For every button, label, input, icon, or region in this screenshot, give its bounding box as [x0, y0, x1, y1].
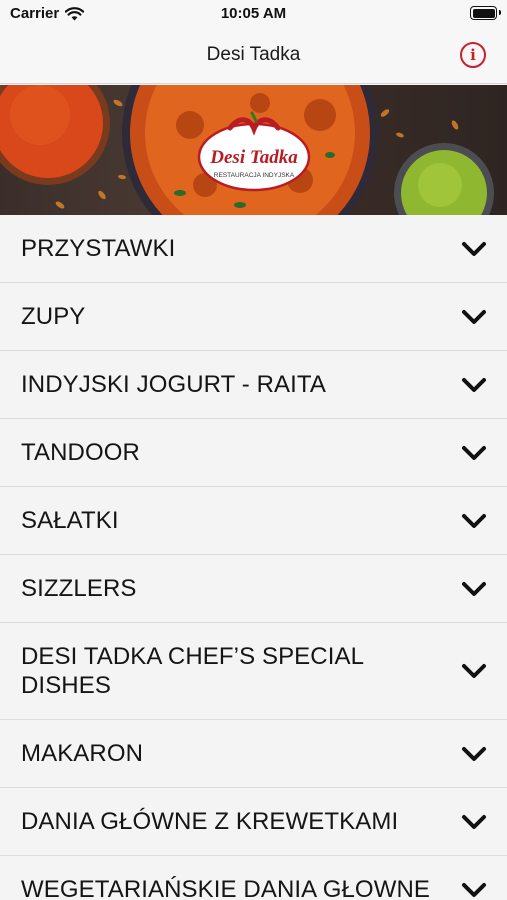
- category-label: SIZZLERS: [21, 575, 137, 602]
- category-item[interactable]: INDYJSKI JOGURT - RAITA: [0, 351, 507, 419]
- info-circle-icon[interactable]: i: [460, 42, 486, 68]
- category-label: PRZYSTAWKI: [21, 235, 176, 262]
- category-label: TANDOOR: [21, 439, 140, 466]
- chevron-down-icon: [462, 882, 486, 897]
- category-item[interactable]: DESI TADKA CHEF’S SPECIAL DISHES: [0, 623, 507, 720]
- category-label: ZUPY: [21, 303, 86, 330]
- navigation-bar: Desi Tadka i: [0, 26, 507, 84]
- category-list: PRZYSTAWKI ZUPY INDYJSKI JOGURT - RAITA …: [0, 215, 507, 900]
- logo-subtitle: RESTAURACJA INDYJSKA: [214, 172, 295, 179]
- status-bar: Carrier 10:05 AM: [0, 0, 507, 26]
- chevron-down-icon: [462, 377, 486, 392]
- category-item[interactable]: DANIA GŁÓWNE Z KREWETKAMI: [0, 788, 507, 856]
- category-item[interactable]: PRZYSTAWKI: [0, 215, 507, 283]
- category-item[interactable]: ZUPY: [0, 283, 507, 351]
- chevron-down-icon: [462, 513, 486, 528]
- chevron-down-icon: [462, 664, 486, 678]
- category-label: DESI TADKA CHEF’S SPECIAL DISHES: [21, 643, 364, 699]
- category-item[interactable]: TANDOOR: [0, 419, 507, 487]
- page-title: Desi Tadka: [206, 44, 301, 65]
- category-label: DANIA GŁÓWNE Z KREWETKAMI: [21, 808, 399, 835]
- logo-title: Desi Tadka: [209, 147, 298, 168]
- category-label: MAKARON: [21, 740, 144, 767]
- category-item[interactable]: MAKARON: [0, 720, 507, 788]
- battery-icon: [470, 6, 501, 20]
- food-photo: Desi Tadka RESTAURACJA INDYJSKA: [0, 85, 494, 215]
- chevron-down-icon: [462, 241, 486, 256]
- category-item[interactable]: SAŁATKI: [0, 487, 507, 555]
- category-label: WEGETARIAŃSKIE DANIA GŁOWNE: [21, 876, 430, 900]
- header-banner: Desi Tadka RESTAURACJA INDYJSKA: [0, 85, 507, 215]
- chevron-down-icon: [462, 814, 486, 829]
- status-time: 10:05 AM: [220, 5, 287, 22]
- category-item[interactable]: SIZZLERS: [0, 555, 507, 623]
- chevron-down-icon: [462, 309, 486, 324]
- chevron-down-icon: [462, 746, 486, 761]
- chevron-down-icon: [462, 445, 486, 460]
- category-item[interactable]: WEGETARIAŃSKIE DANIA GŁOWNE: [0, 856, 507, 900]
- category-label: INDYJSKI JOGURT - RAITA: [21, 371, 327, 398]
- category-label: SAŁATKI: [21, 507, 119, 534]
- chevron-down-icon: [462, 581, 486, 596]
